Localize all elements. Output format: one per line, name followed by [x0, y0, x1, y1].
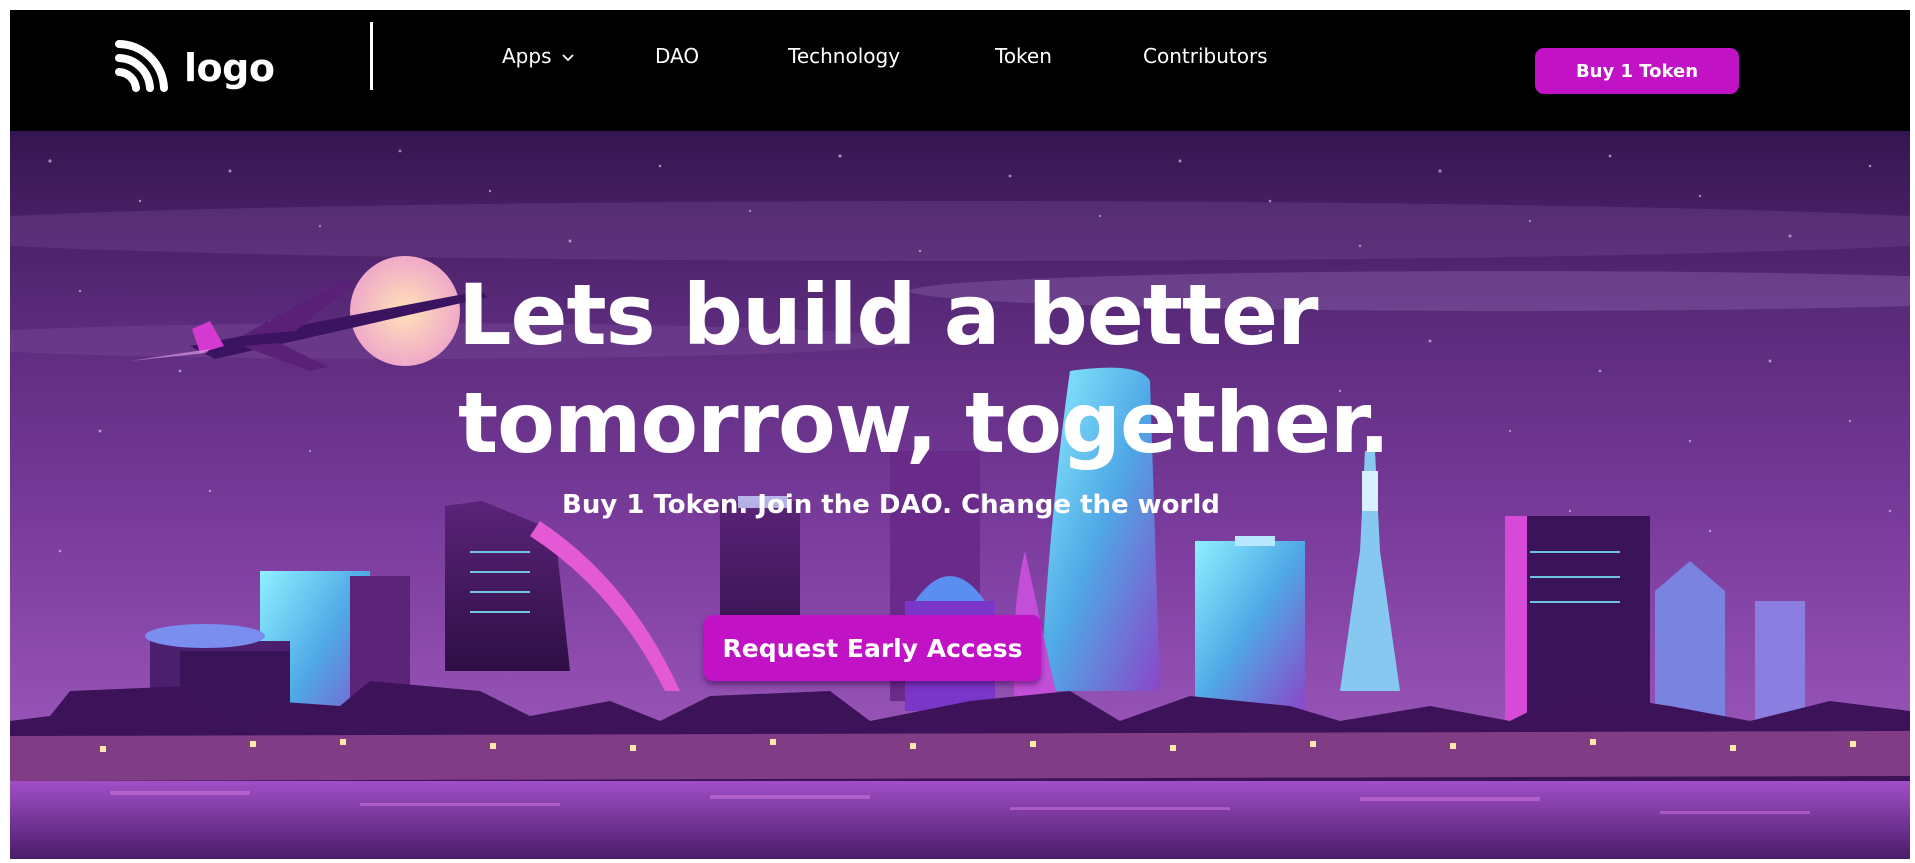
- nav-item-label: Apps: [502, 44, 552, 68]
- nav-item-token[interactable]: Token: [995, 44, 1052, 68]
- nav-item-label: Technology: [788, 44, 901, 68]
- request-early-access-button[interactable]: Request Early Access: [704, 615, 1041, 681]
- nav-item-dao[interactable]: DAO: [655, 44, 699, 68]
- hero-subtitle: Buy 1 Token. Join the DAO. Change the wo…: [562, 490, 1220, 520]
- nav-item-technology[interactable]: Technology: [788, 44, 900, 68]
- chevron-down-icon: [558, 44, 575, 68]
- hero-title: Lets build a better tomorrow, together.: [458, 261, 1390, 477]
- navbar: logo Apps DAO Technology Token Contribut…: [10, 10, 1910, 131]
- wifi-signal-icon: [114, 37, 170, 98]
- hero-title-line-2: tomorrow, together.: [458, 374, 1390, 472]
- nav-item-contributors[interactable]: Contributors: [1143, 44, 1268, 68]
- logo-text: logo: [184, 45, 275, 90]
- hero: Lets build a better tomorrow, together. …: [10, 131, 1910, 859]
- hero-title-line-1: Lets build a better: [458, 266, 1319, 364]
- nav-item-apps[interactable]: Apps: [502, 44, 575, 68]
- nav-divider: [370, 22, 373, 90]
- logo[interactable]: logo: [114, 37, 275, 98]
- buy-token-button[interactable]: Buy 1 Token: [1535, 48, 1739, 94]
- nav-item-label: DAO: [655, 44, 700, 68]
- page: logo Apps DAO Technology Token Contribut…: [10, 10, 1910, 859]
- nav-item-label: Contributors: [1143, 44, 1268, 68]
- nav-item-label: Token: [995, 44, 1052, 68]
